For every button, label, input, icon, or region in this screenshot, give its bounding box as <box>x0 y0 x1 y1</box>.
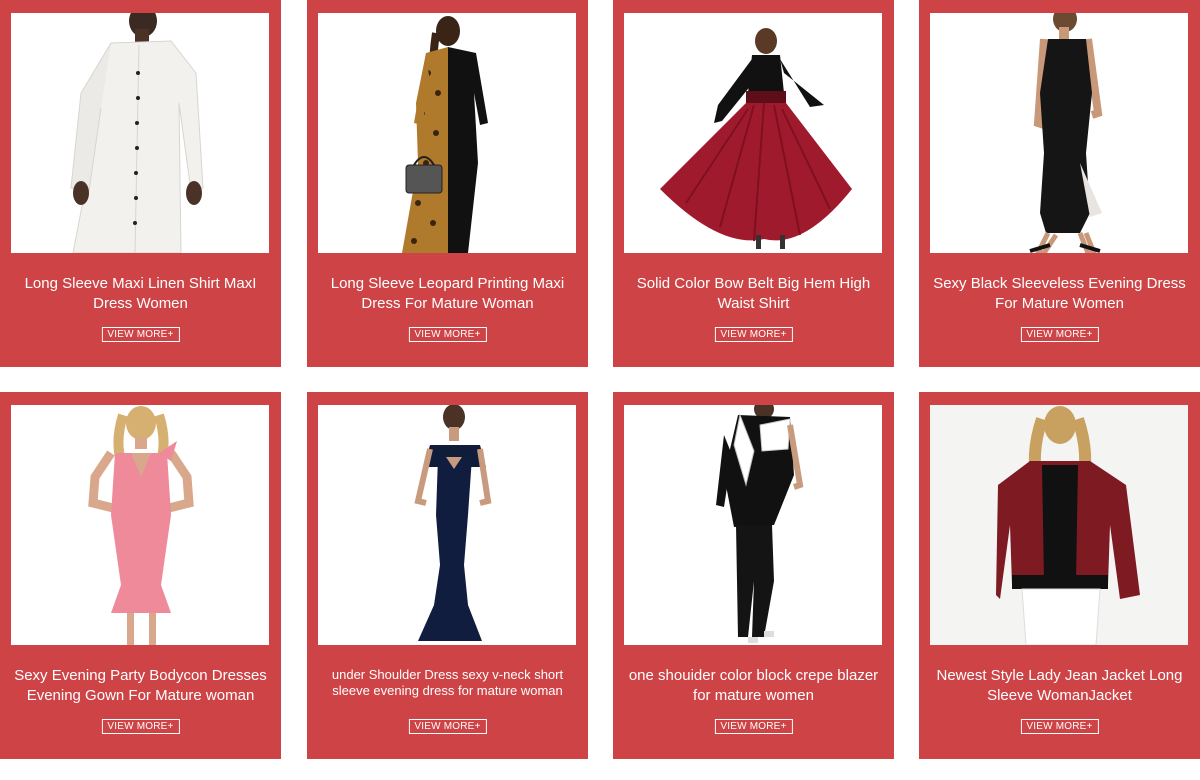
product-card[interactable]: under Shoulder Dress sexy v-neck short s… <box>307 392 588 759</box>
leopard-black-dress-icon <box>402 16 488 253</box>
product-title[interactable]: Newest Style Lady Jean Jacket Long Sleev… <box>927 666 1192 706</box>
white-shirt-dress-icon <box>70 13 204 253</box>
product-image[interactable] <box>930 13 1188 253</box>
product-card[interactable]: Newest Style Lady Jean Jacket Long Sleev… <box>919 392 1200 759</box>
product-title[interactable]: Sexy Evening Party Bodycon Dresses Eveni… <box>8 666 273 706</box>
product-image[interactable] <box>11 405 269 645</box>
product-title[interactable]: Long Sleeve Leopard Printing Maxi Dress … <box>315 274 580 314</box>
black-slip-dress-icon <box>1029 13 1103 253</box>
pink-bodycon-dress-icon <box>88 406 194 645</box>
product-card[interactable]: Solid Color Bow Belt Big Hem High Waist … <box>613 0 894 367</box>
burgundy-bomber-jacket-icon <box>930 405 1188 645</box>
view-more-button[interactable]: VIEW MORE+ <box>101 327 180 342</box>
black-white-blazer-icon <box>716 405 804 643</box>
view-more-button[interactable]: VIEW MORE+ <box>408 327 487 342</box>
product-card[interactable]: Sexy Black Sleeveless Evening Dress For … <box>919 0 1200 367</box>
product-card[interactable]: Long Sleeve Maxi Linen Shirt MaxI Dress … <box>0 0 281 367</box>
navy-off-shoulder-gown-icon <box>414 405 492 641</box>
view-more-button[interactable]: VIEW MORE+ <box>714 719 793 734</box>
red-skirt-black-top-icon <box>660 28 852 249</box>
view-more-button[interactable]: VIEW MORE+ <box>1020 327 1099 342</box>
view-more-button[interactable]: VIEW MORE+ <box>1020 719 1099 734</box>
product-title[interactable]: under Shoulder Dress sexy v-neck short s… <box>315 667 580 699</box>
product-image[interactable] <box>624 13 882 253</box>
product-grid: Long Sleeve Maxi Linen Shirt MaxI Dress … <box>0 0 1200 780</box>
product-card[interactable]: one shouider color block crepe blazer fo… <box>613 392 894 759</box>
product-card[interactable]: Sexy Evening Party Bodycon Dresses Eveni… <box>0 392 281 759</box>
view-more-button[interactable]: VIEW MORE+ <box>408 719 487 734</box>
product-title[interactable]: Solid Color Bow Belt Big Hem High Waist … <box>621 274 886 314</box>
product-title[interactable]: Long Sleeve Maxi Linen Shirt MaxI Dress … <box>8 274 273 314</box>
view-more-button[interactable]: VIEW MORE+ <box>101 719 180 734</box>
view-more-button[interactable]: VIEW MORE+ <box>714 327 793 342</box>
product-card[interactable]: Long Sleeve Leopard Printing Maxi Dress … <box>307 0 588 367</box>
product-image[interactable] <box>624 405 882 645</box>
product-image[interactable] <box>318 13 576 253</box>
product-image[interactable] <box>11 13 269 253</box>
product-title[interactable]: Sexy Black Sleeveless Evening Dress For … <box>927 274 1192 314</box>
product-title[interactable]: one shouider color block crepe blazer fo… <box>621 666 886 706</box>
product-image[interactable] <box>930 405 1188 645</box>
product-image[interactable] <box>318 405 576 645</box>
